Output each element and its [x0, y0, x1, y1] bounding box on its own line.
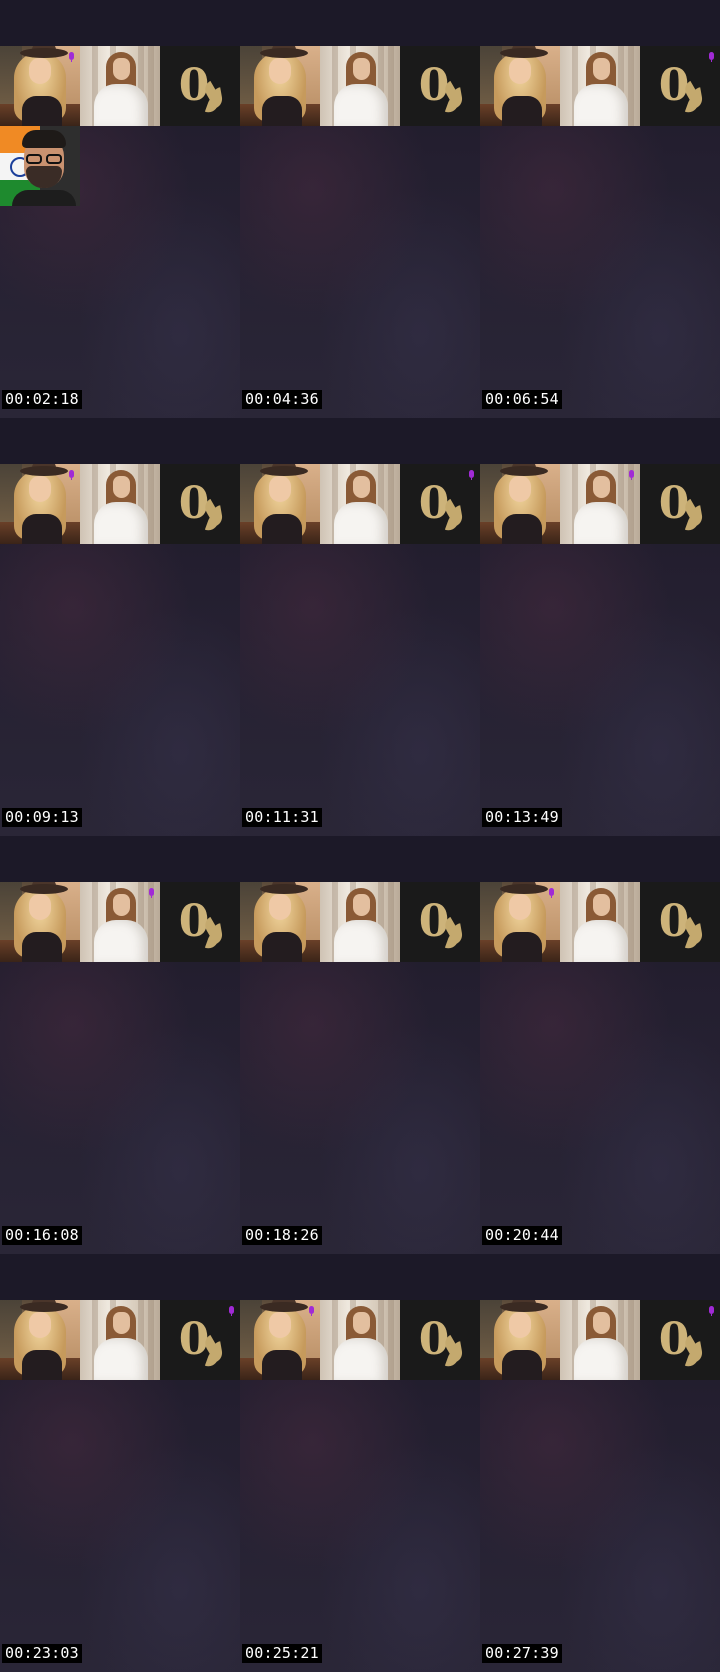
contact-sheet: 0 00:02:18 0 00:04:36 0 00:06:54 0 00:09:13 0 00:…	[0, 0, 720, 1672]
timestamp-label: 00:25:21	[242, 1644, 322, 1663]
timestamp-label: 00:20:44	[482, 1226, 562, 1245]
timestamp-label: 00:04:36	[242, 390, 322, 409]
microphone-icon	[69, 470, 74, 480]
microphone-icon	[469, 470, 474, 480]
glasses	[24, 154, 64, 164]
timestamp-label: 00:13:49	[482, 808, 562, 827]
participant-thumb-logo[interactable]: 0	[400, 464, 480, 544]
participant-thumb-logo[interactable]: 0	[160, 46, 240, 126]
frame-tile[interactable]: 0 00:09:13	[0, 418, 240, 836]
frame-tile[interactable]: 0 00:27:39	[480, 1254, 720, 1672]
microphone-icon	[229, 1306, 234, 1316]
participant-thumb-white[interactable]	[320, 46, 400, 126]
participant-thumb-white[interactable]	[560, 882, 640, 962]
timestamp-label: 00:11:31	[242, 808, 322, 827]
participant-thumb-white[interactable]	[560, 1300, 640, 1380]
participant-thumb-white[interactable]	[80, 464, 160, 544]
microphone-icon	[709, 1306, 714, 1316]
participant-thumb-logo[interactable]: 0	[160, 464, 240, 544]
participant-strip: 0	[480, 464, 720, 544]
participant-thumb-logo[interactable]: 0	[640, 882, 720, 962]
participant-strip: 0	[240, 882, 480, 962]
participant-thumb-hat[interactable]	[240, 1300, 320, 1380]
participant-strip: 0	[0, 882, 240, 962]
microphone-icon	[709, 52, 714, 62]
frame-tile[interactable]: 0 00:16:08	[0, 836, 240, 1254]
participant-thumb-white[interactable]	[320, 464, 400, 544]
participant-thumb-white[interactable]	[320, 882, 400, 962]
participant-strip: 0	[0, 464, 240, 544]
participant-strip: 0	[240, 1300, 480, 1380]
participant-thumb-logo[interactable]: 0	[400, 46, 480, 126]
participant-thumb-white[interactable]	[320, 1300, 400, 1380]
timestamp-label: 00:02:18	[2, 390, 82, 409]
participant-thumb-hat[interactable]	[240, 882, 320, 962]
microphone-icon	[309, 1306, 314, 1316]
participant-strip: 0	[240, 46, 480, 126]
participant-thumb-hat[interactable]	[480, 1300, 560, 1380]
participant-strip: 0	[480, 882, 720, 962]
microphone-icon	[549, 888, 554, 898]
timestamp-label: 00:23:03	[2, 1644, 82, 1663]
participant-thumb-white[interactable]	[80, 882, 160, 962]
participant-thumb-logo[interactable]: 0	[160, 882, 240, 962]
participant-thumb-logo[interactable]: 0	[640, 1300, 720, 1380]
participant-thumb-hat[interactable]	[240, 46, 320, 126]
participant-thumb-hat[interactable]	[480, 464, 560, 544]
frame-tile[interactable]: 0 00:13:49	[480, 418, 720, 836]
participant-thumb-white[interactable]	[560, 46, 640, 126]
participant-strip: 0	[480, 46, 720, 126]
timestamp-label: 00:06:54	[482, 390, 562, 409]
participant-thumb-hat[interactable]	[480, 882, 560, 962]
participant-thumb-logo[interactable]: 0	[160, 1300, 240, 1380]
frame-tile[interactable]: 0 00:23:03	[0, 1254, 240, 1672]
participant-strip: 0	[0, 1300, 240, 1380]
frame-tile[interactable]: 0 00:18:26	[240, 836, 480, 1254]
participant-thumb-hat[interactable]	[0, 46, 80, 126]
participant-thumb-hat[interactable]	[480, 46, 560, 126]
participant-thumb-white[interactable]	[80, 46, 160, 126]
participant-thumb-logo[interactable]: 0	[640, 46, 720, 126]
participant-thumb-white[interactable]	[560, 464, 640, 544]
frame-tile[interactable]: 0 00:25:21	[240, 1254, 480, 1672]
timestamp-label: 00:18:26	[242, 1226, 322, 1245]
participant-thumb-logo[interactable]: 0	[640, 464, 720, 544]
frame-tile[interactable]: 0 00:02:18	[0, 0, 240, 418]
participant-strip: 0	[0, 46, 240, 126]
participant-thumb-logo[interactable]: 0	[400, 882, 480, 962]
microphone-icon	[629, 470, 634, 480]
frame-tile[interactable]: 0 00:11:31	[240, 418, 480, 836]
timestamp-label: 00:16:08	[2, 1226, 82, 1245]
timestamp-label: 00:09:13	[2, 808, 82, 827]
microphone-icon	[149, 888, 154, 898]
participant-thumb-hat[interactable]	[0, 464, 80, 544]
participant-thumb-logo[interactable]: 0	[400, 1300, 480, 1380]
participant-thumb-white[interactable]	[80, 1300, 160, 1380]
microphone-icon	[69, 52, 74, 62]
participant-thumb-hat[interactable]	[240, 464, 320, 544]
participant-strip: 0	[240, 464, 480, 544]
frame-tile[interactable]: 0 00:04:36	[240, 0, 480, 418]
participant-strip: 0	[480, 1300, 720, 1380]
participant-thumb-guest[interactable]	[0, 126, 80, 206]
participant-thumb-hat[interactable]	[0, 882, 80, 962]
timestamp-label: 00:27:39	[482, 1644, 562, 1663]
frame-tile[interactable]: 0 00:20:44	[480, 836, 720, 1254]
frame-tile[interactable]: 0 00:06:54	[480, 0, 720, 418]
participant-thumb-hat[interactable]	[0, 1300, 80, 1380]
